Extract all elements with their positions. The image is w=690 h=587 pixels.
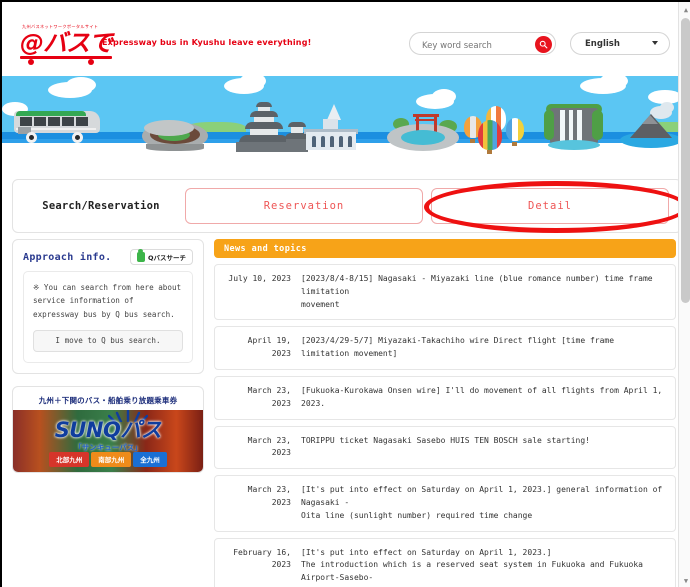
sunq-pass-logo: SUNQパス 「サンキューパス」 [13,414,203,453]
person-icon [136,249,145,262]
site-header: 九州バスネットワークポータルサイト @バスで Expressway bus in… [2,2,690,76]
sunq-tag[interactable]: 全九州 [133,451,167,467]
news-item-text: [It's put into effect on Saturday on Apr… [301,485,663,520]
approach-info-title: Approach info. [23,251,112,263]
news-heading: News and topics [214,239,676,258]
news-item-text: [It's put into effect on Saturday on Apr… [301,547,643,587]
q-bus-search-badge-label: Qバスサーチ [147,254,186,262]
approach-info-body: ※ You can search from here about service… [23,271,193,363]
news-item[interactable]: March 23, 2023 TORIPPU ticket Nagasaki S… [214,425,676,470]
q-bus-search-badge[interactable]: Qバスサーチ [129,249,193,265]
news-item[interactable]: July 10, 2023 [2023/8/4-8/15] Nagasaki -… [214,264,676,321]
sunq-pass-logo-text: SUNQパス [54,417,162,442]
news-item[interactable]: March 23, 2023 [It's put into effect on … [214,475,676,532]
castle-illustration [230,102,310,152]
news-and-topics: News and topics July 10, 2023 [2023/8/4-… [214,239,682,587]
move-to-q-bus-search-button[interactable]: I move to Q bus search. [33,329,183,352]
stadium-illustration [142,118,208,152]
hero-banner [2,76,690,171]
search-input[interactable] [410,35,522,57]
bus-illustration [14,108,102,143]
sunq-tag[interactable]: 北部九州 [49,451,90,467]
page-root: 九州バスネットワークポータルサイト @バスで Expressway bus in… [2,2,690,587]
cloud-icon [432,89,456,104]
main-content: Approach info. Qバスサーチ ※ You can search f… [2,233,690,587]
tab-reservation[interactable]: Reservation [185,188,423,224]
scrollbar-thumb[interactable] [681,18,690,303]
sunq-pass-image: SUNQパス 「サンキューパス」 北部九州 南部九州 全九州 [13,409,203,472]
balloons-illustration [464,106,526,154]
page-scrollbar[interactable]: ▲ ▼ [678,2,690,587]
sunq-pass-banner[interactable]: 九州＋下関のバス・船舶乗り放題乗車券 SUNQパス 「サンキューパス」 北部九州… [12,385,204,473]
language-select[interactable]: English [570,32,670,55]
header-tools: English [409,32,670,57]
news-item-text: [2023/4/29-5/7] Miyazaki-Takachiho wire … [301,336,615,359]
approach-info-description: ※ You can search from here about service… [33,283,182,319]
news-item[interactable]: April 19, 2023 [2023/4/29-5/7] Miyazaki-… [214,326,676,370]
approach-info-header: Approach info. Qバスサーチ [13,240,203,271]
news-item[interactable]: February 16, 2023 [It's put into effect … [214,537,676,587]
hotspring-illustration [387,112,459,154]
scroll-up-icon[interactable]: ▲ [679,2,690,18]
cloud-icon [66,77,96,93]
site-tagline: Expressway bus in Kyushu leave everythin… [102,38,312,47]
volcano-illustration [620,102,682,154]
approach-info-panel: Approach info. Qバスサーチ ※ You can search f… [12,239,204,374]
logo-text: @バスで [20,29,113,57]
search-icon[interactable] [535,35,552,53]
news-item[interactable]: March 23, 2023 [Fukuoka-Kurokawa Onsen w… [214,375,676,420]
news-item-date: March 23, 2023 [247,485,291,507]
sunq-pass-tags: 北部九州 南部九州 全九州 [13,451,203,467]
news-item-text: TORIPPU ticket Nagasaki Sasebo HUIS TEN … [301,435,590,445]
sunq-tag[interactable]: 南部九州 [91,451,132,467]
search-reservation-bar: Search/Reservation Reservation Detail [12,179,688,233]
language-selected-label: English [585,38,620,49]
logo-mark: @バスで [20,29,113,65]
news-item-date: February 16, 2023 [233,547,291,570]
search-box[interactable] [409,32,556,57]
magnifier-glyph [539,40,548,48]
chevron-down-icon [652,41,658,45]
search-reservation-label: Search/Reservation [42,200,160,212]
tab-detail[interactable]: Detail [431,188,669,224]
waterfall-illustration [542,102,606,154]
sidebar: Approach info. Qバスサーチ ※ You can search f… [12,239,204,587]
news-item-text: [Fukuoka-Kurokawa Onsen wire] I'll do mo… [301,385,663,408]
logo-wheels-icon [20,59,112,65]
church-illustration [302,104,360,152]
news-item-date: March 23, 2023 [247,435,291,458]
scroll-down-icon[interactable]: ▼ [679,573,690,587]
sunq-pass-caption: 九州＋下関のバス・船舶乗り放題乗車券 [38,395,178,405]
news-item-date: April 19, 2023 [247,336,291,359]
news-item-date: July 10, 2023 [228,274,291,283]
news-item-text: [2023/8/4-8/15] Nagasaki - Miyazaki line… [301,274,653,309]
news-item-date: March 23, 2023 [247,385,291,408]
